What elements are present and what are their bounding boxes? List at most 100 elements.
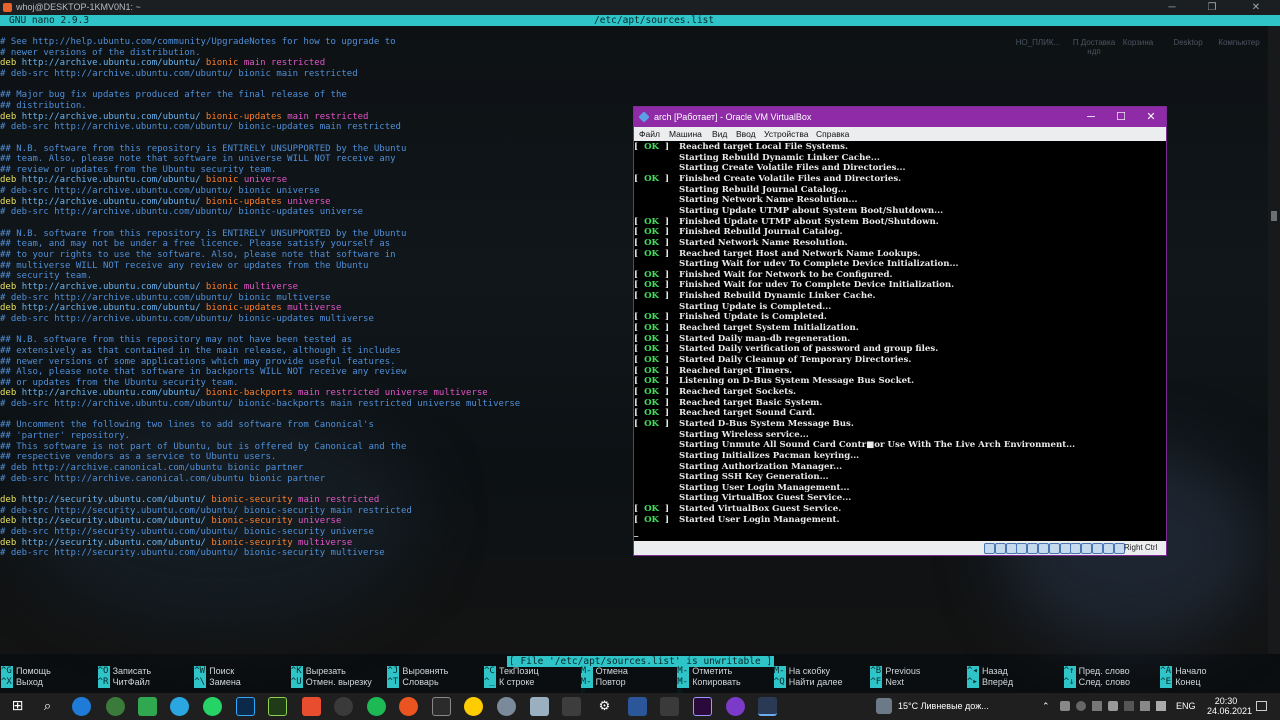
desktop-icon-text: Desktop	[1173, 38, 1203, 47]
vbox-status-icon[interactable]	[1113, 543, 1125, 554]
audition-icon[interactable]	[268, 697, 287, 716]
shortcut-key: ^O	[97, 666, 110, 677]
boot-message: Wait for udev To Complete Device Initial…	[720, 280, 955, 291]
terminal-icon[interactable]	[432, 697, 451, 716]
vbox-status-icon[interactable]	[1081, 543, 1093, 554]
vbox-titlebar[interactable]: arch [Работает] - Oracle VM VirtualBox ─…	[634, 107, 1166, 127]
spotify-icon[interactable]	[367, 697, 386, 716]
minimize-icon[interactable]: ─	[1152, 0, 1192, 15]
vbox-menu-item[interactable]: Вид	[712, 127, 727, 141]
app-icon-4[interactable]	[334, 697, 353, 716]
line-segment-comment: ## review or updates from the Ubuntu sec…	[0, 164, 277, 175]
line-segment-comment: ## team, and may not be under a free lic…	[0, 239, 391, 250]
shortcut-label: Отмена	[595, 666, 628, 676]
vbox-menu-item[interactable]: Справка	[816, 127, 849, 141]
vbox-status-icon[interactable]	[1048, 543, 1060, 554]
vbox-status-icon[interactable]	[1070, 543, 1082, 554]
vbox-status-icon[interactable]	[1102, 543, 1114, 554]
tray-icon-3[interactable]	[1092, 701, 1102, 711]
tray-arrow-icon[interactable]: ⌃	[1042, 693, 1050, 720]
line-segment-dist: bionic-security	[211, 537, 299, 548]
ubuntu-icon[interactable]	[399, 697, 418, 716]
shortcut-key: ^F	[870, 677, 883, 688]
search-icon[interactable]: ⌕	[38, 697, 57, 716]
boot-message: Update is Completed.	[720, 312, 827, 323]
tray-icon-2[interactable]	[1076, 701, 1086, 711]
notifications-icon[interactable]	[1256, 701, 1267, 711]
app-icon-7[interactable]	[562, 697, 581, 716]
telegram-icon[interactable]	[170, 697, 189, 716]
yandex-icon[interactable]	[464, 697, 483, 716]
app-icon-6[interactable]	[530, 697, 549, 716]
vbox-status-icon[interactable]	[1092, 543, 1103, 554]
line-segment-dist: bionic-backports	[205, 388, 299, 399]
clock[interactable]: 20:30 24.06.2021	[1207, 696, 1252, 716]
virtualbox-window[interactable]: arch [Работает] - Oracle VM VirtualBox ─…	[633, 106, 1167, 556]
boot-log-line: [ OK ] Started Daily Cleanup of Temporary…	[634, 355, 912, 365]
app-icon-2[interactable]	[138, 697, 157, 716]
line-segment-comment: # deb-src http://archive.ubuntu.com/ubun…	[0, 68, 358, 79]
desktop-icon-label[interactable]: Desktop	[1163, 38, 1213, 47]
app-icon-8[interactable]	[660, 697, 679, 716]
vbox-close-icon[interactable]: ✕	[1136, 107, 1166, 127]
app-icon-9[interactable]	[726, 697, 745, 716]
tray-icon-4[interactable]	[1108, 701, 1118, 711]
vbox-status-icon[interactable]	[984, 543, 995, 554]
vbox-status-icon[interactable]	[1005, 543, 1017, 554]
tray-icon-1[interactable]	[1060, 701, 1070, 711]
close-icon[interactable]: ✕	[1236, 0, 1276, 15]
vbox-status-icon[interactable]	[1038, 543, 1049, 554]
terminal-scrollbar[interactable]	[1268, 26, 1280, 654]
vbox-status-icon[interactable]	[994, 543, 1006, 554]
volume-icon[interactable]	[1156, 701, 1166, 711]
shortcut-label: Вырезать	[305, 666, 346, 676]
shortcut-label: Замена	[209, 677, 241, 687]
vbox-maximize-icon[interactable]: ☐	[1106, 107, 1136, 127]
vbox-menu-item[interactable]: Файл	[639, 127, 660, 141]
vbox-status-icon[interactable]	[1027, 543, 1039, 554]
app-icon-3[interactable]	[302, 697, 321, 716]
app-icon-1[interactable]	[106, 697, 125, 716]
desktop-icon-label[interactable]: Компьютер	[1214, 38, 1264, 47]
shortcut-key: ^\	[194, 677, 207, 688]
terminal-titlebar[interactable]: whoj@DESKTOP-1KMV0N1: ~ ─ ❐ ✕	[0, 0, 1280, 15]
editor-line: ## 'partner' repository.	[0, 431, 130, 442]
editor-line: ## team. Also, please note that software…	[0, 154, 396, 165]
boot-verb: Started	[679, 514, 715, 525]
desktop-icon-label[interactable]: НО_ПЛИК...	[1013, 38, 1063, 47]
editor-line: ## N.B. software from this repository is…	[0, 229, 406, 240]
edge-icon[interactable]	[72, 697, 91, 716]
tray-icon-5[interactable]	[1124, 701, 1134, 711]
photoshop-icon[interactable]	[236, 697, 255, 716]
editor-line: ## Also, please note that software in ba…	[0, 367, 406, 378]
line-segment-comment: ## to your rights to use the software. A…	[0, 250, 396, 260]
start-button-icon[interactable]: ⊞	[8, 697, 27, 716]
weather-text[interactable]: 15°C Ливневые дож...	[898, 693, 989, 720]
scrollbar-thumb[interactable]	[1271, 211, 1277, 221]
language-indicator[interactable]: ENG	[1176, 693, 1196, 720]
virtualbox-taskbar-icon[interactable]	[758, 697, 777, 716]
boot-verb: Reached	[679, 248, 721, 259]
desktop-icon-label[interactable]: П Доставка ндп	[1069, 38, 1119, 56]
line-segment-deb: deb	[0, 111, 22, 122]
vbox-minimize-icon[interactable]: ─	[1076, 107, 1106, 127]
boot-message: SSH Key Generation...	[718, 472, 829, 483]
vbox-status-icon[interactable]	[1059, 543, 1071, 554]
vbox-menu-item[interactable]: Устройства	[764, 127, 808, 141]
premiere-icon[interactable]	[693, 697, 712, 716]
boot-message: Daily Cleanup of Temporary Directories.	[714, 355, 912, 365]
boot-message: User Login Management.	[714, 514, 840, 525]
boot-verb: Starting	[679, 440, 719, 451]
vbox-menu-item[interactable]: Машина	[669, 127, 702, 141]
whatsapp-icon[interactable]	[203, 697, 222, 716]
desktop-icon-label[interactable]: Корзина	[1113, 38, 1163, 47]
boot-verb: Started	[679, 344, 715, 355]
vbox-status-icon[interactable]	[1016, 543, 1028, 554]
app-icon-5[interactable]	[497, 697, 516, 716]
network-icon[interactable]	[1140, 701, 1150, 711]
vbox-menu-item[interactable]: Ввод	[736, 127, 756, 141]
maximize-icon[interactable]: ❐	[1192, 0, 1232, 15]
vm-console[interactable]: [ OK ] Reached target Local File Systems.…	[634, 141, 1166, 541]
word-icon[interactable]	[628, 697, 647, 716]
settings-icon[interactable]: ⚙	[595, 697, 614, 716]
